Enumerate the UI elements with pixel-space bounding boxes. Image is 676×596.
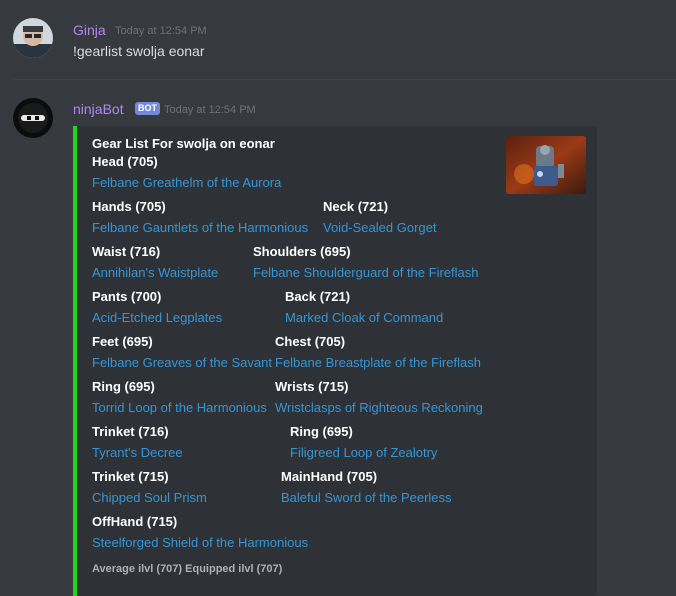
field-name-hands: Hands (705) — [92, 199, 166, 214]
field-value-trinket-1[interactable]: Tyrant's Decree — [92, 445, 183, 460]
timestamp: Today at 12:54 PM — [115, 25, 207, 37]
field-value-hands[interactable]: Felbane Gauntlets of the Harmonious — [92, 220, 308, 235]
field-value-waist[interactable]: Annihilan's Waistplate — [92, 265, 218, 280]
bot-tag-badge: BOT — [135, 102, 160, 115]
username-ginja[interactable]: Ginja — [73, 22, 106, 38]
field-value-feet[interactable]: Felbane Greaves of the Savant — [92, 355, 272, 370]
field-value-pants[interactable]: Acid-Etched Legplates — [92, 310, 222, 325]
field-name-feet: Feet (695) — [92, 334, 153, 349]
gear-list-embed: Gear List For swolja on eonar Head (705)… — [73, 126, 597, 596]
field-name-trinket-1: Trinket (716) — [92, 424, 169, 439]
embed-thumbnail[interactable] — [506, 136, 586, 194]
field-name-shoulders: Shoulders (695) — [253, 244, 351, 259]
field-value-back[interactable]: Marked Cloak of Command — [285, 310, 443, 325]
user-avatar[interactable] — [13, 18, 53, 58]
field-name-trinket-2: Trinket (715) — [92, 469, 169, 484]
field-name-wrists: Wrists (715) — [275, 379, 349, 394]
field-name-back: Back (721) — [285, 289, 351, 304]
username-ninjabot[interactable]: ninjaBot — [73, 101, 124, 117]
field-value-shoulders[interactable]: Felbane Shoulderguard of the Fireflash — [253, 265, 478, 280]
message-ginja: Ginja Today at 12:54 PM !gearlist swolja… — [0, 0, 676, 80]
field-value-mainhand[interactable]: Baleful Sword of the Peerless — [281, 490, 452, 505]
field-value-ring-1[interactable]: Torrid Loop of the Harmonious — [92, 400, 267, 415]
timestamp: Today at 12:54 PM — [164, 104, 256, 116]
field-name-chest: Chest (705) — [275, 334, 346, 349]
field-name-mainhand: MainHand (705) — [281, 469, 378, 484]
field-value-head[interactable]: Felbane Greathelm of the Aurora — [92, 175, 281, 190]
field-value-trinket-2[interactable]: Chipped Soul Prism — [92, 490, 207, 505]
field-name-pants: Pants (700) — [92, 289, 162, 304]
embed-footer: Average ilvl (707) Equipped ilvl (707) — [92, 563, 283, 575]
message-text: !gearlist swolja eonar — [73, 43, 205, 59]
field-value-ring-2[interactable]: Filigreed Loop of Zealotry — [290, 445, 437, 460]
field-name-neck: Neck (721) — [323, 199, 389, 214]
field-value-wrists[interactable]: Wristclasps of Righteous Reckoning — [275, 400, 483, 415]
embed-title: Gear List For swolja on eonar — [92, 136, 275, 151]
field-value-chest[interactable]: Felbane Breastplate of the Fireflash — [275, 355, 481, 370]
field-name-ring-1: Ring (695) — [92, 379, 155, 394]
bot-avatar[interactable] — [13, 98, 53, 138]
field-name-waist: Waist (716) — [92, 244, 161, 259]
field-value-offhand[interactable]: Steelforged Shield of the Harmonious — [92, 535, 308, 550]
field-name-ring-2: Ring (695) — [290, 424, 353, 439]
field-value-neck[interactable]: Void-Sealed Gorget — [323, 220, 436, 235]
field-name-head: Head (705) — [92, 154, 158, 169]
field-name-offhand: OffHand (715) — [92, 514, 178, 529]
